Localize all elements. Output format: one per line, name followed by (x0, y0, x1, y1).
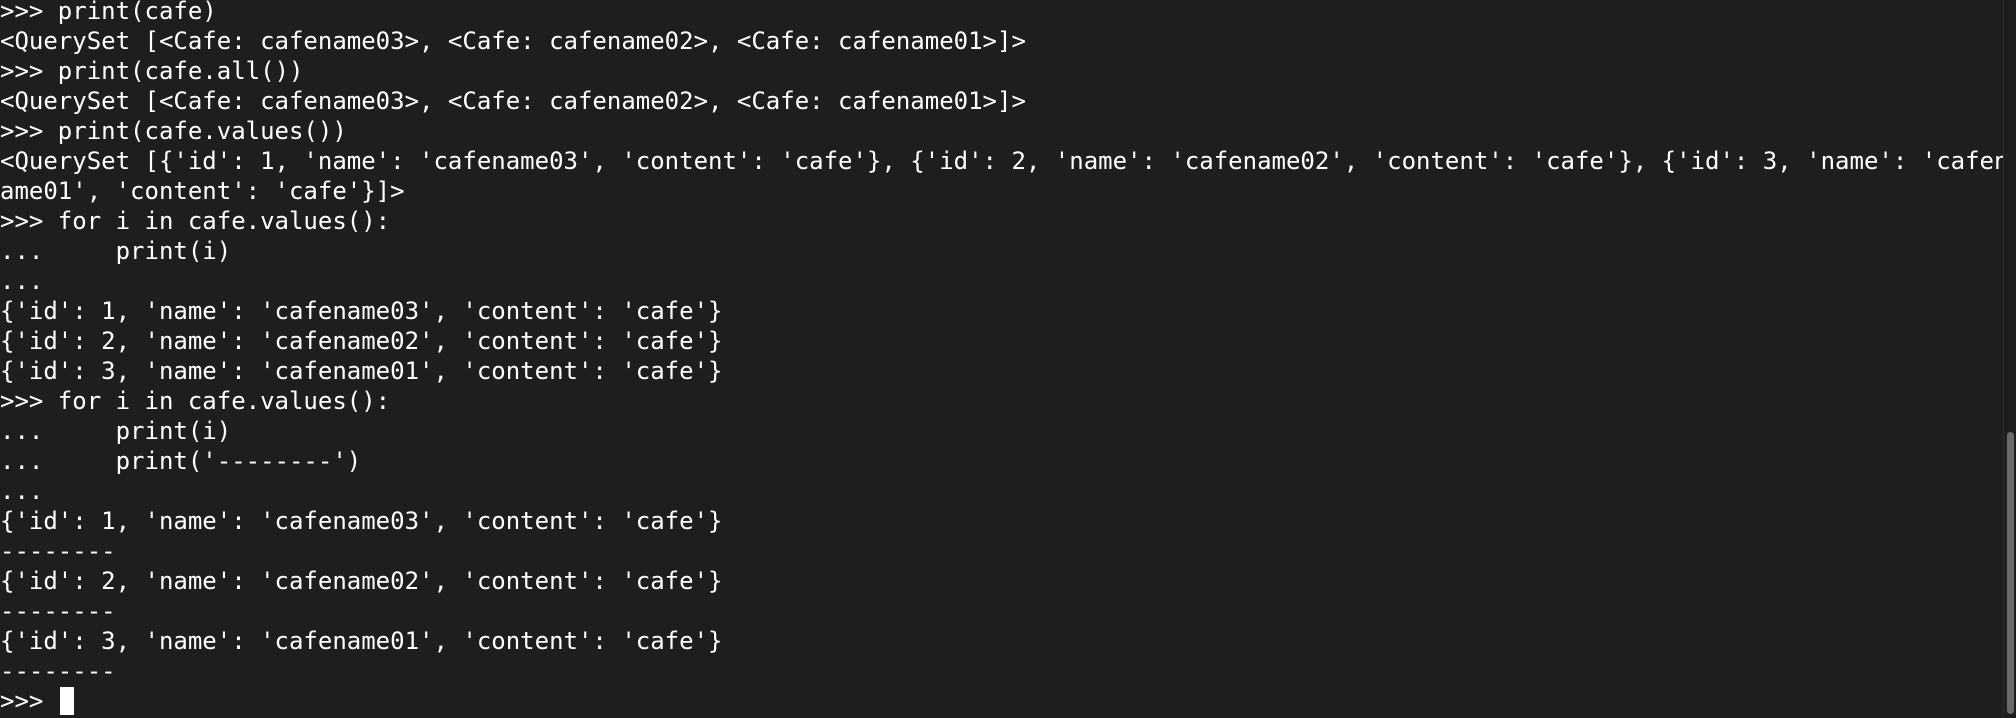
terminal-line: ame01', 'content': 'cafe'}]> (0, 177, 405, 205)
terminal-line: >>> for i in cafe.values(): (0, 207, 391, 235)
terminal-line: ... print('--------') (0, 447, 362, 475)
scrollbar-thumb[interactable] (2007, 432, 2014, 714)
terminal-line: ... print(i) (0, 417, 232, 445)
terminal-line: >>> print(cafe.values()) (0, 117, 347, 145)
terminal-line: <QuerySet [<Cafe: cafename03>, <Cafe: ca… (0, 27, 1026, 55)
vertical-scrollbar[interactable] (2003, 0, 2016, 718)
text-cursor (59, 687, 74, 715)
terminal-line: {'id': 3, 'name': 'cafename01', 'content… (0, 357, 723, 385)
terminal-line: {'id': 2, 'name': 'cafename02', 'content… (0, 327, 723, 355)
terminal-output: >>> print(cafe) <QuerySet [<Cafe: cafena… (0, 0, 2008, 716)
terminal-line: ... print(i) (0, 237, 232, 265)
terminal-line: -------- (0, 537, 116, 565)
terminal-line: >>> for i in cafe.values(): (0, 387, 391, 415)
terminal-line: -------- (0, 657, 116, 685)
terminal-line: {'id': 3, 'name': 'cafename01', 'content… (0, 627, 723, 655)
terminal-line: <QuerySet [<Cafe: cafename03>, <Cafe: ca… (0, 87, 1026, 115)
command-input-line[interactable]: >>> (0, 686, 2008, 716)
terminal-line: {'id': 2, 'name': 'cafename02', 'content… (0, 567, 723, 595)
terminal-line: {'id': 1, 'name': 'cafename03', 'content… (0, 507, 723, 535)
terminal-line: -------- (0, 597, 116, 625)
prompt-text: >>> (0, 687, 58, 715)
terminal-line: <QuerySet [{'id': 1, 'name': 'cafename03… (0, 147, 2009, 175)
terminal-line: {'id': 1, 'name': 'cafename03', 'content… (0, 297, 723, 325)
terminal-line: >>> print(cafe) (0, 0, 217, 25)
terminal-window[interactable]: >>> print(cafe) <QuerySet [<Cafe: cafena… (0, 0, 2016, 718)
terminal-line: ... (0, 267, 44, 295)
terminal-line: >>> print(cafe.all()) (0, 57, 304, 85)
terminal-line: ... (0, 477, 44, 505)
